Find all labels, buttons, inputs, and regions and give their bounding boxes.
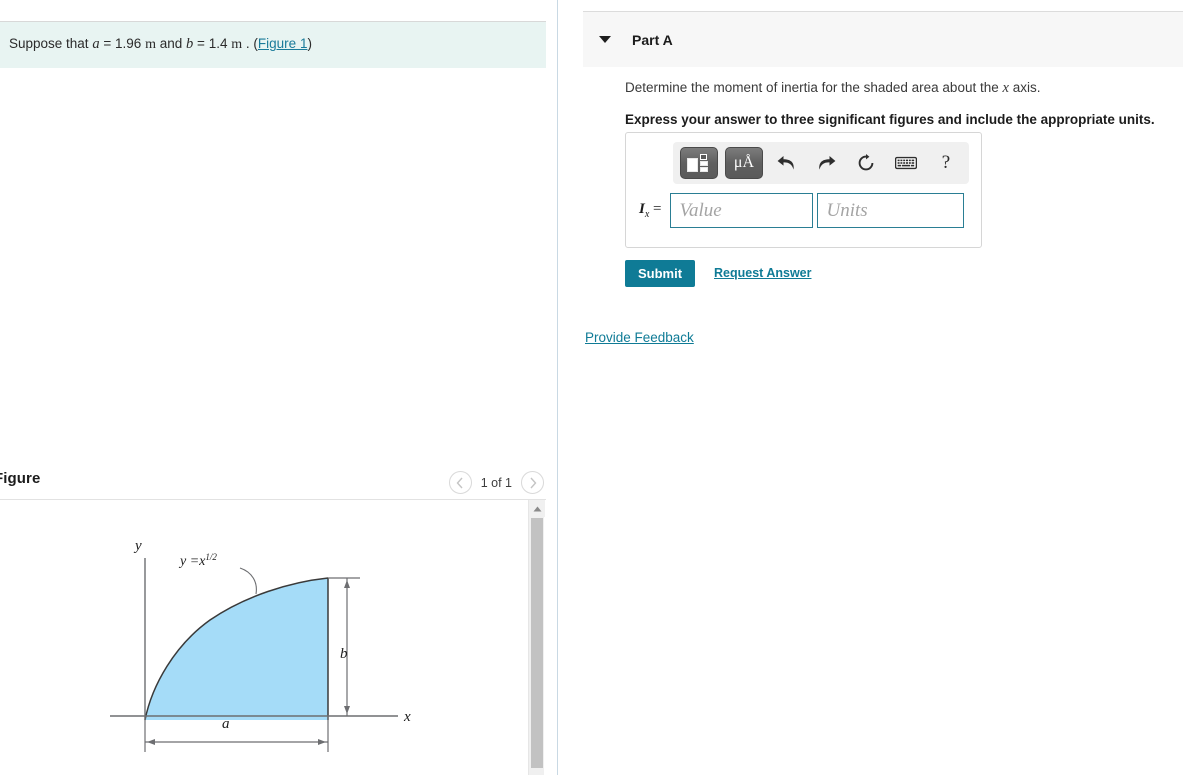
chevron-right-icon	[529, 477, 536, 488]
question-mark-icon: ?	[941, 152, 951, 173]
question-body: Determine the moment of inertia for the …	[625, 78, 1183, 130]
given-var-a: a	[92, 36, 100, 53]
prompt-axis-variable: x	[1002, 80, 1009, 96]
figure-scroll-thumb[interactable]	[531, 518, 543, 768]
given-values-banner: Suppose that a = 1.96 m and b = 1.4 m . …	[0, 22, 546, 68]
answer-entry-box: μÅ ? Ix = Value Units	[625, 132, 982, 248]
left-panel: Suppose that a = 1.96 m and b = 1.4 m . …	[0, 0, 558, 775]
figure-scroll-up-button[interactable]	[529, 500, 545, 517]
answer-equals-sign: =	[653, 201, 662, 217]
part-a-header[interactable]: Part A	[583, 12, 1183, 67]
paren-close: )	[307, 36, 312, 52]
help-button[interactable]: ?	[929, 148, 963, 178]
given-unit-b: m	[231, 37, 243, 53]
chevron-left-icon	[456, 477, 463, 488]
shaded-area	[145, 578, 328, 720]
answer-toolbar: μÅ ?	[673, 142, 969, 184]
figure-image-container: y x b a y =x1/2	[0, 500, 528, 775]
given-value-b: 1.4	[208, 36, 228, 52]
panel-vertical-divider	[557, 0, 558, 775]
given-value-a: 1.96	[115, 36, 142, 52]
keyboard-button[interactable]	[889, 148, 923, 178]
submit-button[interactable]: Submit	[625, 260, 695, 287]
given-values-text: Suppose that a = 1.96 m and b = 1.4 m . …	[0, 36, 312, 54]
answer-symbol-subscript: x	[644, 209, 650, 220]
x-axis-label: x	[403, 709, 411, 725]
b-arrow-top	[344, 580, 350, 588]
mastering-physics-problem-page: Suppose that a = 1.96 m and b = 1.4 m . …	[0, 0, 1183, 775]
keyboard-icon	[895, 156, 917, 170]
figure-next-button[interactable]	[521, 471, 544, 494]
figure-1-link[interactable]: Figure 1	[258, 36, 308, 51]
units-button[interactable]: μÅ	[725, 147, 763, 179]
b-dimension-label: b	[340, 646, 348, 662]
answer-units-input[interactable]	[816, 193, 964, 228]
a-arrow-right	[318, 739, 326, 745]
given-prefix: Suppose that	[9, 36, 89, 52]
answer-value-input[interactable]	[669, 193, 813, 228]
given-period: .	[245, 36, 250, 52]
request-answer-link[interactable]: Request Answer	[714, 266, 811, 280]
prompt-text-before: Determine the moment of inertia for the …	[625, 80, 999, 95]
template-blocks-icon	[687, 153, 711, 173]
undo-button[interactable]	[769, 148, 803, 178]
given-equals-1: =	[103, 36, 112, 52]
redo-button[interactable]	[809, 148, 843, 178]
undo-arrow-icon	[777, 155, 794, 170]
part-a-label: Part A	[632, 31, 673, 48]
mu-angstrom-icon: μÅ	[733, 154, 755, 171]
redo-arrow-icon	[818, 155, 835, 170]
b-arrow-bottom	[344, 706, 350, 714]
given-conjunction: and	[159, 36, 183, 52]
figure-navigation: 1 of 1	[448, 471, 544, 494]
right-panel: Part A Determine the moment of inertia f…	[583, 0, 1183, 775]
question-instruction: Express your answer to three significant…	[625, 112, 1155, 128]
caret-down-icon[interactable]	[599, 36, 611, 43]
prompt-text-after: axis.	[1012, 80, 1041, 95]
question-prompt: Determine the moment of inertia for the …	[625, 78, 1183, 98]
y-axis-label: y	[133, 538, 142, 554]
reset-button[interactable]	[849, 148, 883, 178]
a-dimension-label: a	[222, 716, 230, 732]
curve-equation-label: y =x1/2	[178, 552, 217, 569]
template-button[interactable]	[680, 147, 718, 179]
curve-label-leader-line	[239, 567, 257, 595]
figure-section-title: Figure	[0, 470, 41, 487]
provide-feedback-link[interactable]: Provide Feedback	[585, 330, 694, 345]
triangle-up-icon	[533, 506, 541, 511]
moment-of-inertia-diagram: y x b a y =x1/2	[110, 538, 411, 752]
given-var-b: b	[186, 36, 194, 53]
given-equals-2: =	[197, 36, 205, 52]
reset-circular-arrow-icon	[858, 154, 874, 171]
a-arrow-left	[147, 739, 155, 745]
figure-page-count: 1 of 1	[480, 475, 512, 490]
figure-scrollbar[interactable]	[528, 500, 545, 775]
answer-variable-label: Ix =	[639, 201, 662, 220]
figure-prev-button[interactable]	[448, 471, 472, 494]
answer-input-row: Ix =	[639, 193, 964, 228]
given-unit-a: m	[145, 37, 156, 53]
